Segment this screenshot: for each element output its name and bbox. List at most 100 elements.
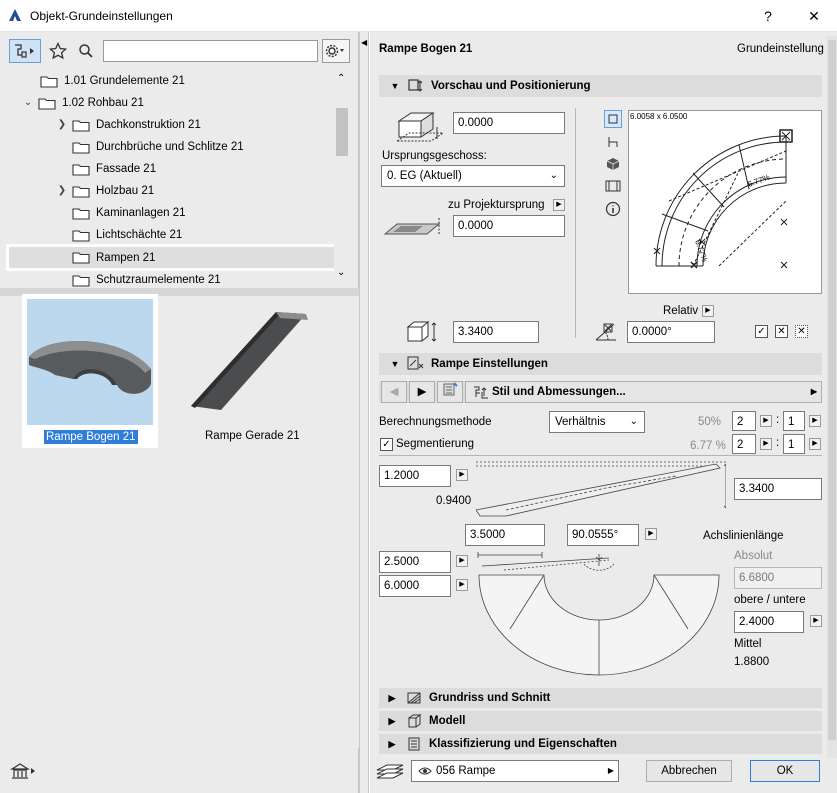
relative-toggle[interactable]: ▶ bbox=[702, 305, 714, 317]
upper-lower-arrow[interactable]: ▶ bbox=[810, 615, 822, 627]
calc-ratio-b-arrow[interactable]: ▶ bbox=[809, 415, 821, 427]
preview-position-icon bbox=[408, 79, 423, 92]
chevron-right-icon[interactable]: ❯ bbox=[56, 114, 68, 136]
inner-thickness-label: 0.9400 bbox=[436, 495, 472, 507]
vertical-separator bbox=[575, 108, 576, 338]
chevron-right-icon[interactable]: ❯ bbox=[56, 180, 68, 202]
collapse-left-icon[interactable]: ◀ bbox=[361, 38, 367, 47]
info-button[interactable] bbox=[604, 200, 622, 218]
info-icon bbox=[605, 201, 621, 217]
cancel-button[interactable]: Abbrechen bbox=[646, 760, 732, 782]
segment-ratio-b-input[interactable]: 1 bbox=[783, 434, 805, 454]
angle-input[interactable]: 0.0000° bbox=[627, 321, 715, 343]
calc-method-select[interactable]: Verhältnis ⌄ bbox=[549, 411, 645, 433]
section-header-preview[interactable]: ▼ Vorschau und Positionierung bbox=[379, 75, 822, 97]
elevation-input[interactable]: 0.0000 bbox=[453, 112, 565, 134]
tree-scrollbar[interactable]: ⌃ ⌄ bbox=[334, 69, 350, 288]
window-title: Objekt-Grundeinstellungen bbox=[30, 9, 173, 23]
panel-splitter[interactable]: ◀ bbox=[359, 32, 369, 793]
tree-item[interactable]: Durchbrüche und Schlitze 21 bbox=[72, 136, 244, 158]
tree-item[interactable]: ❯ Dachkonstruktion 21 bbox=[56, 114, 201, 136]
chevron-down-icon: ⌄ bbox=[629, 416, 638, 427]
library-manager-button[interactable] bbox=[10, 760, 40, 782]
segment-ratio-b-arrow[interactable]: ▶ bbox=[809, 438, 821, 450]
help-button[interactable]: ? bbox=[745, 0, 791, 32]
model-cube-icon bbox=[407, 714, 422, 728]
calc-ratio-a-input[interactable]: 2 bbox=[732, 411, 756, 431]
folder-icon bbox=[40, 75, 58, 88]
tree-item[interactable]: Schutzraumelemente 21 bbox=[72, 269, 221, 288]
tree-item[interactable]: Kaminanlagen 21 bbox=[72, 202, 186, 224]
absolute-length-input[interactable]: 6.6800 bbox=[734, 567, 822, 589]
prev-page-button[interactable]: ◀ bbox=[381, 381, 407, 403]
search-button[interactable] bbox=[70, 39, 102, 63]
section-header-ramp[interactable]: ▼ Rampe Einstellungen bbox=[379, 353, 822, 375]
mirror-x-checkbox[interactable]: ✕ bbox=[775, 325, 788, 338]
calc-ratio-b-input[interactable]: 1 bbox=[783, 411, 805, 431]
story-select[interactable]: 0. EG (Aktuell) ⌄ bbox=[381, 165, 565, 187]
tree-item[interactable]: ⌄ 1.02 Rohbau 21 bbox=[24, 92, 144, 114]
plan-view-button[interactable] bbox=[604, 110, 622, 128]
library-tree: 1.01 Grundelemente 21 ⌄ 1.02 Rohbau 21 ❯… bbox=[6, 69, 350, 288]
settings-scrollbar[interactable] bbox=[827, 36, 837, 758]
thickness-input[interactable]: 1.2000 bbox=[379, 465, 451, 487]
ramp-straight-thumbnail[interactable] bbox=[186, 306, 312, 416]
ok-button[interactable]: OK bbox=[750, 760, 820, 782]
chair-icon bbox=[608, 137, 618, 147]
page-list-button[interactable] bbox=[437, 381, 463, 403]
segment-ratio-a-arrow[interactable]: ▶ bbox=[760, 438, 772, 450]
library-search-input[interactable] bbox=[103, 40, 318, 62]
side-view-button[interactable] bbox=[604, 133, 622, 151]
floor-plan-icon bbox=[407, 692, 421, 704]
tree-item[interactable]: Lichtschächte 21 bbox=[72, 224, 182, 246]
page-select[interactable]: Stil und Abmessungen... ▶ bbox=[465, 381, 822, 403]
thickness-arrow[interactable]: ▶ bbox=[456, 469, 468, 481]
section-header-plan-section[interactable]: ▶ Grundriss und Schnitt bbox=[379, 688, 822, 708]
height-icon bbox=[406, 319, 440, 345]
layer-select[interactable]: 056 Rampe ▶ bbox=[411, 760, 619, 782]
library-settings-button[interactable] bbox=[322, 39, 350, 63]
tree-item[interactable]: ❯ Holzbau 21 bbox=[56, 180, 154, 202]
settings-scroll-thumb[interactable] bbox=[828, 40, 836, 740]
tree-item-selected[interactable]: Rampen 21 bbox=[6, 244, 340, 271]
calc-ratio-a-arrow[interactable]: ▶ bbox=[760, 415, 772, 427]
outer-width-input[interactable]: 6.0000 bbox=[379, 575, 451, 597]
next-page-button[interactable]: ▶ bbox=[409, 381, 435, 403]
search-icon bbox=[79, 44, 93, 58]
height-input[interactable]: 3.3400 bbox=[453, 321, 539, 343]
folder-icon bbox=[72, 207, 90, 220]
mirror-none-checkbox[interactable]: ✓ bbox=[755, 325, 768, 338]
tree-item[interactable]: Fassade 21 bbox=[72, 158, 156, 180]
3d-view-button[interactable] bbox=[604, 155, 622, 173]
tree-item[interactable]: 1.01 Grundelemente 21 bbox=[40, 70, 185, 92]
library-view-button[interactable] bbox=[9, 39, 41, 63]
segment-ratio-a-input[interactable]: 2 bbox=[732, 434, 756, 454]
total-height-input[interactable]: 3.3400 bbox=[734, 478, 822, 500]
section-title: Klassifizierung und Eigenschaften bbox=[429, 738, 617, 750]
scroll-down-icon[interactable]: ⌄ bbox=[337, 267, 345, 278]
arc-angle-arrow[interactable]: ▶ bbox=[645, 528, 657, 540]
gallery-item-label: Rampe Gerade 21 bbox=[205, 430, 300, 442]
upper-lower-input[interactable]: 2.4000 bbox=[734, 611, 804, 633]
scroll-thumb[interactable] bbox=[336, 108, 348, 156]
object-name: Rampe Bogen 21 bbox=[379, 43, 473, 55]
inner-width-input[interactable]: 2.5000 bbox=[379, 551, 451, 573]
section-header-model[interactable]: ▶ Modell bbox=[379, 711, 822, 731]
section-header-classification[interactable]: ▶ Klassifizierung und Eigenschaften bbox=[379, 734, 822, 754]
page-list-icon bbox=[443, 382, 458, 396]
mirror-y-checkbox[interactable]: ✕ bbox=[795, 325, 808, 338]
scroll-up-icon[interactable]: ⌃ bbox=[337, 73, 345, 84]
chevron-down-icon[interactable]: ⌄ bbox=[22, 92, 34, 114]
ramp-curved-thumbnail[interactable] bbox=[27, 299, 153, 425]
folder-icon bbox=[72, 185, 90, 198]
project-origin-input[interactable]: 0.0000 bbox=[453, 215, 565, 237]
section-view-button[interactable] bbox=[604, 177, 622, 195]
outer-width-arrow[interactable]: ▶ bbox=[456, 579, 468, 591]
inner-width-arrow[interactable]: ▶ bbox=[456, 555, 468, 567]
folder-icon bbox=[72, 274, 90, 287]
tree-item-label: 1.01 Grundelemente 21 bbox=[64, 75, 185, 87]
project-origin-toggle[interactable]: ▶ bbox=[553, 199, 565, 211]
library-building-icon bbox=[10, 763, 35, 779]
segmentation-checkbox[interactable]: ✓ bbox=[380, 438, 393, 451]
close-button[interactable]: ✕ bbox=[791, 0, 837, 32]
